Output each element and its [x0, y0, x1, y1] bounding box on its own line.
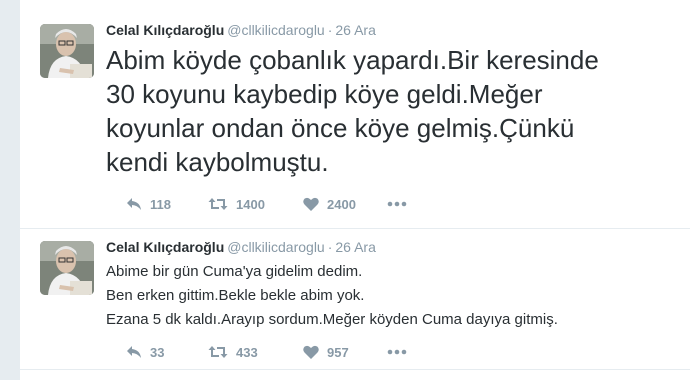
retweet-count: 433 [236, 344, 258, 360]
more-icon [387, 201, 407, 207]
tweet-timestamp[interactable]: 26 Ara [335, 239, 375, 255]
avatar[interactable] [40, 24, 94, 78]
retweet-button[interactable]: 433 [208, 342, 258, 362]
reply-count: 118 [150, 196, 171, 212]
timeline: Celal Kılıçdaroğlu @cllkilicdaroglu · 26 Ar… [20, 0, 690, 380]
tweet-header: Celal Kılıçdaroğlu @cllkilicdaroglu · 26 Ar… [106, 238, 376, 256]
tweet-text-line: Abime bir gün Cuma'ya gidelim dedim. [106, 263, 363, 280]
author-name[interactable]: Celal Kılıçdaroğlu [106, 22, 224, 38]
reply-button[interactable]: 33 [126, 342, 164, 362]
tweet-text-line: Abim köyde çobanlık yapardı.Bir keresind… [106, 45, 599, 75]
tweet-text-line: Ben erken gittim.Bekle bekle abim yok. [106, 287, 365, 304]
more-button[interactable] [387, 342, 407, 362]
avatar[interactable] [40, 241, 94, 295]
retweet-count: 1400 [236, 196, 265, 212]
profile-photo-image [40, 241, 94, 295]
author-username[interactable]: @cllkilicdaroglu [227, 22, 324, 38]
reply-icon [127, 198, 141, 210]
retweet-icon [208, 198, 228, 210]
tweet-header: Celal Kılıçdaroğlu @cllkilicdaroglu · 26 Ar… [106, 21, 376, 39]
reply-button[interactable]: 118 [126, 194, 171, 214]
author-name[interactable]: Celal Kılıçdaroğlu [106, 239, 224, 255]
separator-dot: · [327, 22, 333, 38]
like-button[interactable]: 957 [303, 342, 349, 362]
like-count: 2400 [327, 196, 356, 212]
more-button[interactable] [387, 194, 407, 214]
like-count: 957 [327, 344, 349, 360]
profile-photo-image [40, 24, 94, 78]
tweet[interactable]: Celal Kılıçdaroğlu @cllkilicdaroglu · 26 Ar… [20, 229, 690, 370]
reply-icon [127, 346, 141, 358]
tweet-text: Abim köyde çobanlık yapardı.Bir keresind… [106, 43, 599, 179]
tweet-text-line: kendi kaybolmuştu. [106, 147, 329, 177]
tweet-text-line: Ezana 5 dk kaldı.Arayıp sordum.Meğer köy… [106, 311, 558, 328]
retweet-icon [208, 346, 228, 358]
tweet[interactable]: Celal Kılıçdaroğlu @cllkilicdaroglu · 26 Ar… [20, 0, 690, 229]
more-icon [387, 349, 407, 355]
author-username[interactable]: @cllkilicdaroglu [227, 239, 324, 255]
tweet-text-line: 30 koyunu kaybedip köye geldi.Meğer [106, 79, 543, 109]
tweet-text: Abime bir gün Cuma'ya gidelim dedim. Ben… [106, 260, 558, 332]
heart-icon [303, 197, 319, 211]
separator-dot: · [327, 239, 333, 255]
tweet-timestamp[interactable]: 26 Ara [335, 22, 375, 38]
reply-count: 33 [150, 344, 165, 360]
retweet-button[interactable]: 1400 [208, 194, 265, 214]
tweet-text-line: koyunlar ondan önce köye gelmiş.Çünkü [106, 113, 575, 143]
like-button[interactable]: 2400 [303, 194, 356, 214]
heart-icon [303, 345, 319, 359]
